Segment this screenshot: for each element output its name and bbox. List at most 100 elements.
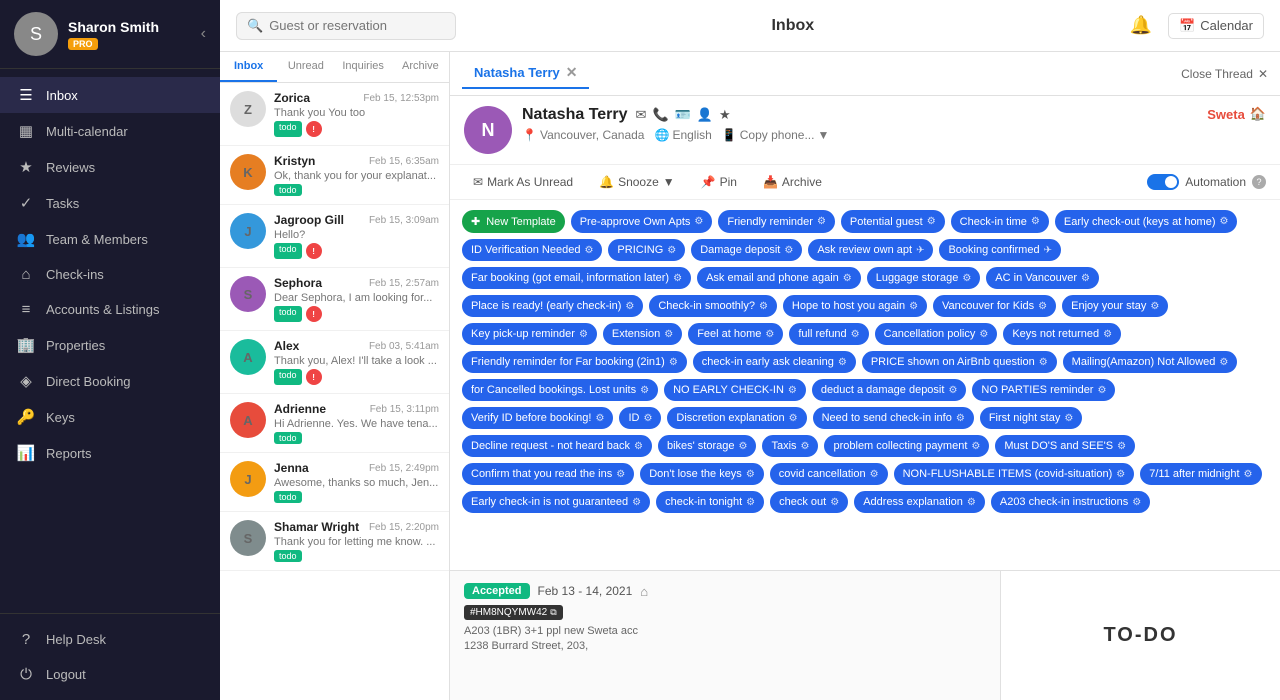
gear-icon[interactable]: ⚙ xyxy=(927,216,936,227)
gear-icon[interactable]: ⚙ xyxy=(1117,441,1126,452)
template-tag-id-verification[interactable]: ID Verification Needed⚙ xyxy=(462,239,602,261)
message-item-jenna[interactable]: J Jenna Feb 15, 2:49pm Awesome, thanks s… xyxy=(220,453,449,512)
sidebar-item-multi-calendar[interactable]: ▦ Multi-calendar xyxy=(0,113,220,149)
template-tag-ac-vancouver[interactable]: AC in Vancouver⚙ xyxy=(986,267,1099,289)
template-tag-full-refund[interactable]: full refund⚙ xyxy=(789,323,868,345)
template-tag-extension[interactable]: Extension⚙ xyxy=(603,323,682,345)
template-tag-711-midnight[interactable]: 7/11 after midnight⚙ xyxy=(1140,463,1261,485)
gear-icon[interactable]: ⚙ xyxy=(838,357,847,368)
template-tag-need-checkin-info[interactable]: Need to send check-in info⚙ xyxy=(813,407,974,429)
gear-icon[interactable]: ⚙ xyxy=(632,497,641,508)
template-tag-hope-host[interactable]: Hope to host you again⚙ xyxy=(783,295,927,317)
gear-icon[interactable]: ⚙ xyxy=(1081,273,1090,284)
gear-icon[interactable]: ⚙ xyxy=(817,216,826,227)
thread-tab-natasha[interactable]: Natasha Terry ✕ xyxy=(462,58,589,89)
template-tag-deduct-damage[interactable]: deduct a damage deposit⚙ xyxy=(812,379,967,401)
gear-icon[interactable]: ⚙ xyxy=(738,441,747,452)
template-tag-early-checkin-guaranteed[interactable]: Early check-in is not guaranteed⚙ xyxy=(462,491,650,513)
tab-inquiries[interactable]: Inquiries xyxy=(335,52,392,82)
gear-icon[interactable]: ⚙ xyxy=(801,441,810,452)
search-box[interactable]: 🔍 xyxy=(236,12,456,40)
gear-icon[interactable]: ⚙ xyxy=(765,329,774,340)
gear-icon[interactable]: ⚙ xyxy=(746,469,755,480)
gear-icon[interactable]: ⚙ xyxy=(788,385,797,396)
collapse-button[interactable]: ‹ xyxy=(201,25,206,43)
message-item-jagroop[interactable]: J Jagroop Gill Feb 15, 3:09am Hello? tod… xyxy=(220,205,449,268)
template-tag-check-in-smoothly[interactable]: Check-in smoothly?⚙ xyxy=(649,295,777,317)
plane-icon[interactable]: ✈ xyxy=(1044,245,1052,256)
message-item-zorica[interactable]: Z Zorica Feb 15, 12:53pm Thank you You t… xyxy=(220,83,449,146)
gear-icon[interactable]: ⚙ xyxy=(634,441,643,452)
template-tag-dont-lose-keys[interactable]: Don't lose the keys⚙ xyxy=(640,463,764,485)
gear-icon[interactable]: ⚙ xyxy=(673,273,682,284)
tab-inbox[interactable]: Inbox xyxy=(220,52,277,82)
gear-icon[interactable]: ⚙ xyxy=(625,301,634,312)
sidebar-item-tasks[interactable]: ✓ Tasks xyxy=(0,185,220,221)
template-tag-first-night[interactable]: First night stay⚙ xyxy=(980,407,1083,429)
template-tag-decline-request[interactable]: Decline request - not heard back⚙ xyxy=(462,435,652,457)
template-tag-no-parties[interactable]: NO PARTIES reminder⚙ xyxy=(972,379,1115,401)
sidebar-item-reviews[interactable]: ★ Reviews xyxy=(0,149,220,185)
message-item-sephora[interactable]: S Sephora Feb 15, 2:57am Dear Sephora, I… xyxy=(220,268,449,331)
search-input[interactable] xyxy=(269,18,445,33)
template-tag-a203-checkin[interactable]: A203 check-in instructions⚙ xyxy=(991,491,1150,513)
gear-icon[interactable]: ⚙ xyxy=(1097,385,1106,396)
gear-icon[interactable]: ⚙ xyxy=(971,441,980,452)
copy-icon[interactable]: ⧉ xyxy=(550,607,556,618)
gear-icon[interactable]: ⚙ xyxy=(643,413,652,424)
thread-close-icon[interactable]: ✕ xyxy=(566,64,578,81)
template-tag-discretion[interactable]: Discretion explanation⚙ xyxy=(667,407,806,429)
sidebar-item-help[interactable]: ? Help Desk xyxy=(0,622,220,657)
template-tag-cancelled-bookings[interactable]: for Cancelled bookings. Lost units⚙ xyxy=(462,379,658,401)
template-tag-feel-at-home[interactable]: Feel at home⚙ xyxy=(688,323,783,345)
pin-button[interactable]: 📌 Pin xyxy=(692,171,746,193)
template-tag-luggage-storage[interactable]: Luggage storage⚙ xyxy=(867,267,981,289)
template-tag-new-template[interactable]: ✚New Template xyxy=(462,210,565,233)
gear-icon[interactable]: ⚙ xyxy=(664,329,673,340)
template-tag-damage-deposit[interactable]: Damage deposit⚙ xyxy=(691,239,802,261)
sidebar-item-check-ins[interactable]: ⌂ Check-ins xyxy=(0,257,220,292)
sidebar-item-accounts[interactable]: ≡ Accounts & Listings xyxy=(0,292,220,327)
template-tag-friendly-far-booking[interactable]: Friendly reminder for Far booking (2in1)… xyxy=(462,351,687,373)
gear-icon[interactable]: ⚙ xyxy=(909,301,918,312)
template-tag-price-shown[interactable]: PRICE shown on AirBnb question⚙ xyxy=(862,351,1057,373)
calendar-button[interactable]: 📅 Calendar xyxy=(1168,13,1264,39)
template-tag-address-explanation[interactable]: Address explanation⚙ xyxy=(854,491,985,513)
tab-unread[interactable]: Unread xyxy=(277,52,334,82)
template-tag-confirm-read[interactable]: Confirm that you read the ins⚙ xyxy=(462,463,634,485)
archive-button[interactable]: 📥 Archive xyxy=(754,171,831,193)
gear-icon[interactable]: ⚙ xyxy=(759,301,768,312)
template-tag-pre-approve[interactable]: Pre-approve Own Apts⚙ xyxy=(571,210,713,233)
automation-help-icon[interactable]: ? xyxy=(1252,175,1266,189)
template-tag-friendly-reminder[interactable]: Friendly reminder⚙ xyxy=(718,210,835,233)
gear-icon[interactable]: ⚙ xyxy=(979,329,988,340)
template-tag-non-flushable[interactable]: NON-FLUSHABLE ITEMS (covid-situation)⚙ xyxy=(894,463,1135,485)
gear-icon[interactable]: ⚙ xyxy=(1031,216,1040,227)
sidebar-item-team[interactable]: 👥 Team & Members xyxy=(0,221,220,257)
template-tag-check-in-cleaning[interactable]: check-in early ask cleaning⚙ xyxy=(693,351,856,373)
template-tag-ask-email-phone[interactable]: Ask email and phone again⚙ xyxy=(697,267,861,289)
template-tag-booking-confirmed[interactable]: Booking confirmed✈ xyxy=(939,239,1061,261)
message-item-adrienne[interactable]: A Adrienne Feb 15, 3:11pm Hi Adrienne. Y… xyxy=(220,394,449,453)
bell-icon[interactable]: 🔔 xyxy=(1130,15,1152,36)
gear-icon[interactable]: ⚙ xyxy=(1039,357,1048,368)
template-tag-vancouver-kids[interactable]: Vancouver for Kids⚙ xyxy=(933,295,1056,317)
phone-copy[interactable]: 📱 Copy phone... ▼ xyxy=(722,128,830,142)
gear-icon[interactable]: ⚙ xyxy=(595,413,604,424)
contacts-icon[interactable]: 👤 xyxy=(697,107,713,123)
gear-icon[interactable]: ⚙ xyxy=(830,497,839,508)
template-tag-problem-collecting[interactable]: problem collecting payment⚙ xyxy=(824,435,989,457)
gear-icon[interactable]: ⚙ xyxy=(1150,301,1159,312)
gear-icon[interactable]: ⚙ xyxy=(746,497,755,508)
id-icon[interactable]: 🪪 xyxy=(675,107,691,123)
template-tag-check-in-tonight[interactable]: check-in tonight⚙ xyxy=(656,491,764,513)
gear-icon[interactable]: ⚙ xyxy=(967,497,976,508)
template-tag-cancellation-policy[interactable]: Cancellation policy⚙ xyxy=(875,323,998,345)
template-tag-id-tag[interactable]: ID⚙ xyxy=(619,407,661,429)
template-tag-covid-cancellation[interactable]: covid cancellation⚙ xyxy=(770,463,888,485)
template-tag-check-out[interactable]: check out⚙ xyxy=(770,491,848,513)
gear-icon[interactable]: ⚙ xyxy=(1038,301,1047,312)
gear-icon[interactable]: ⚙ xyxy=(1132,497,1141,508)
gear-icon[interactable]: ⚙ xyxy=(789,413,798,424)
template-tag-potential-guest[interactable]: Potential guest⚙ xyxy=(841,210,945,233)
